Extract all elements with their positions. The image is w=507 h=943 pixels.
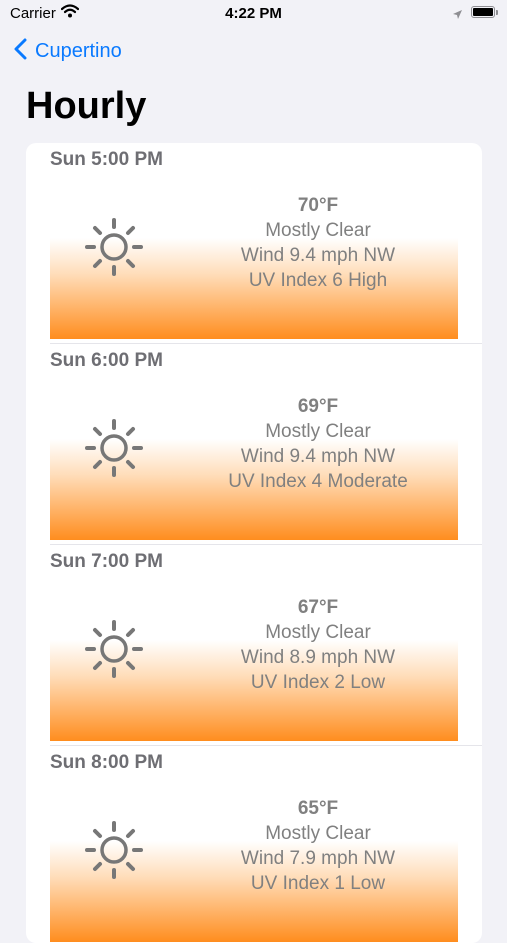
row-time: Sun 8:00 PM — [50, 752, 163, 773]
row-wind: Wind 7.9 mph NW — [240, 848, 396, 869]
hourly-row[interactable]: Sun 6:00 PM 69°F Mostly Clear Wind 9.4 m… — [26, 344, 482, 545]
row-time: Sun 7:00 PM — [50, 551, 163, 572]
hourly-row[interactable]: Sun 8:00 PM 65°F Mostly Clear Wind 7.9 m… — [26, 746, 482, 943]
sun-icon — [85, 821, 143, 879]
row-wind: Wind 9.4 mph NW — [240, 245, 396, 266]
row-wind: Wind 8.9 mph NW — [240, 647, 396, 668]
row-temperature: 69°F — [297, 396, 339, 417]
battery-nub — [496, 10, 498, 15]
row-wind: Wind 9.4 mph NW — [240, 446, 396, 467]
row-details: 67°F Mostly Clear Wind 8.9 mph NW UV Ind… — [196, 595, 440, 695]
back-button-label: Cupertino — [35, 40, 122, 62]
row-condition: Mostly Clear — [265, 220, 371, 241]
row-details: 69°F Mostly Clear Wind 9.4 mph NW UV Ind… — [196, 394, 440, 494]
row-uv-index: UV Index 6 High — [248, 270, 388, 291]
sun-icon — [85, 620, 143, 678]
battery-icon — [471, 6, 495, 18]
row-time: Sun 6:00 PM — [50, 350, 163, 371]
row-details: 65°F Mostly Clear Wind 7.9 mph NW UV Ind… — [196, 796, 440, 896]
row-condition: Mostly Clear — [265, 421, 371, 442]
status-time: 4:22 PM — [225, 5, 282, 22]
row-time: Sun 5:00 PM — [50, 149, 163, 170]
back-button[interactable]: Cupertino — [14, 38, 122, 65]
hourly-list[interactable]: Sun 5:00 PM 70°F Mostly Clear Wind 9.4 m… — [26, 143, 482, 943]
row-temperature: 67°F — [297, 597, 339, 618]
row-temperature: 65°F — [297, 798, 339, 819]
row-details: 70°F Mostly Clear Wind 9.4 mph NW UV Ind… — [196, 193, 440, 293]
row-condition: Mostly Clear — [265, 622, 371, 643]
chevron-left-icon — [14, 38, 27, 65]
row-uv-index: UV Index 4 Moderate — [228, 471, 408, 492]
sun-icon — [85, 419, 143, 477]
row-temperature: 70°F — [297, 195, 339, 216]
status-bar: Carrier 4:22 PM — [0, 0, 507, 28]
hourly-row[interactable]: Sun 5:00 PM 70°F Mostly Clear Wind 9.4 m… — [26, 143, 482, 344]
row-condition: Mostly Clear — [265, 823, 371, 844]
hourly-row[interactable]: Sun 7:00 PM 67°F Mostly Clear Wind 8.9 m… — [26, 545, 482, 746]
page-title: Hourly — [26, 85, 147, 127]
row-uv-index: UV Index 2 Low — [250, 672, 386, 693]
location-arrow-icon — [452, 7, 463, 25]
sun-icon — [85, 218, 143, 276]
row-uv-index: UV Index 1 Low — [250, 873, 386, 894]
